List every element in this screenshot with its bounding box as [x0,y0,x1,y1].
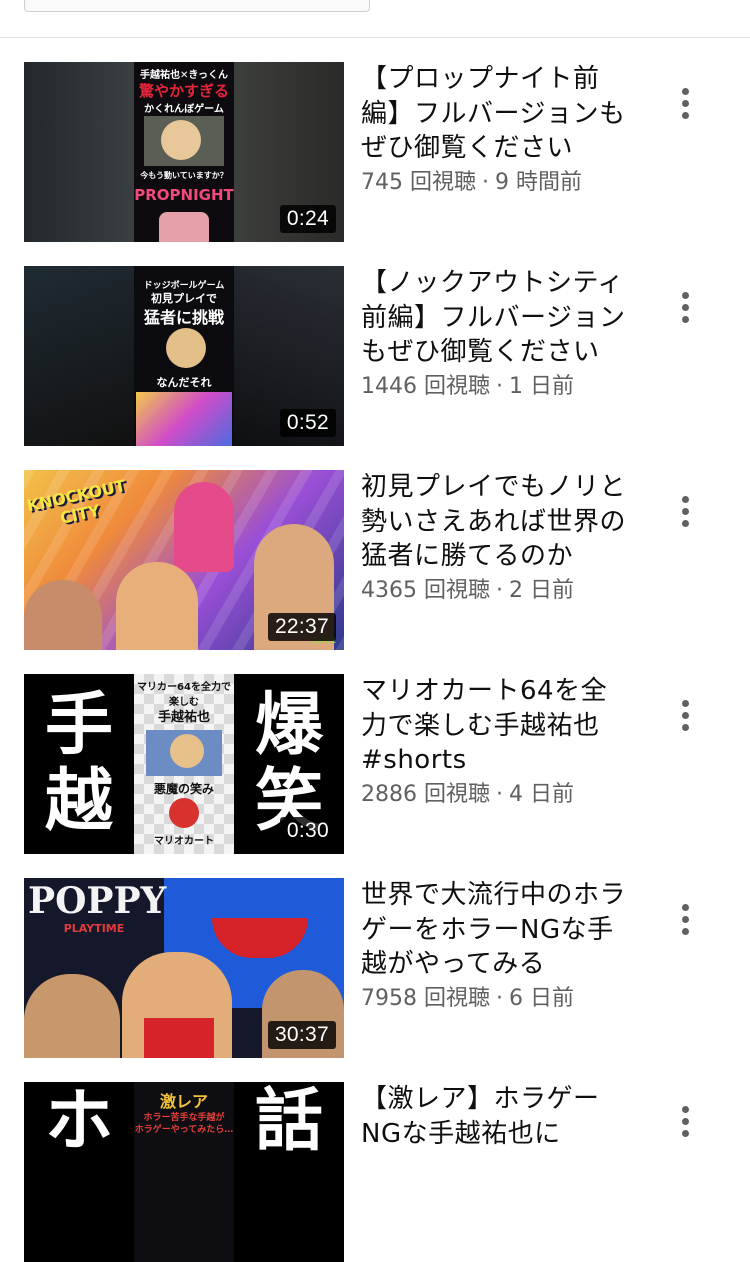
thumb-caption: 手越祐也✕きっくん [140,70,228,81]
thumb-logo: マリオカート [154,836,214,847]
video-title[interactable]: 【激レア】ホラゲーNGな手越祐也に [361,1082,627,1151]
thumb-face [170,734,204,768]
video-title[interactable]: 初見プレイでもノリと勢いさえあれば世界の猛者に勝てるのか [361,470,627,574]
video-item[interactable]: ホ 話 激レア ホラー苦手な手越が ホラゲーやってみたら… 【激レア】ホラゲーN… [0,1082,750,1262]
video-item[interactable]: 手越 爆笑 マリカー64を全力で楽しむ 手越祐也 悪魔の笑み マリオカート 0:… [0,674,750,854]
thumb-caption: 驚やかすぎる [138,82,229,100]
thumb-logo: PLAYTIME [63,922,125,935]
meta-separator: · [495,578,503,603]
thumb-face [24,580,102,650]
duration-badge: 0:24 [279,205,336,233]
thumb-caption: 猛者に挑戦 [143,308,224,327]
video-thumbnail[interactable]: ドッジボールゲーム 初見プレイで 猛者に挑戦 なんだそれ 0:52 [24,266,344,446]
video-item[interactable]: KNOCKOUT CITY JUICE 22:37 初見プレイでもノリと勢いさえ… [0,470,750,650]
video-item[interactable]: POPPY PLAYTIME 30:37 世界で大流行中のホラゲーをホラーNGな… [0,878,750,1058]
thumb-caption: かくれんぼゲーム [144,104,224,115]
thumb-caption: 激レア [159,1092,208,1111]
video-meta: 745 回視聴 · 9 時間前 [361,164,582,196]
video-title[interactable]: 【ノックアウトシティ前編】フルバージョンもぜひ御覧ください [361,266,627,370]
video-meta: 1446 回視聴 · 1 日前 [361,368,574,400]
thumb-scene [136,392,232,446]
upload-age: 4 日前 [508,782,574,807]
top-partial-field[interactable] [24,0,370,12]
video-item[interactable]: ドッジボールゲーム 初見プレイで 猛者に挑戦 なんだそれ 0:52 【ノックアウ… [0,266,750,446]
more-options-icon[interactable] [668,694,704,738]
thumb-side-text: 手越 [44,686,113,841]
thumb-mario [169,798,199,828]
more-options-icon[interactable] [668,490,704,534]
thumb-face [161,120,201,160]
video-thumbnail[interactable]: KNOCKOUT CITY JUICE 22:37 [24,470,344,650]
duration-badge: 0:52 [279,409,336,437]
duration-badge: 0:30 [279,817,336,845]
more-options-icon[interactable] [668,82,704,126]
more-options-icon[interactable] [668,286,704,330]
thumb-shirt [144,1018,214,1058]
video-meta: 2886 回視聴 · 4 日前 [361,776,574,808]
view-count: 4365 回視聴 [361,578,490,603]
thumb-face [166,328,206,368]
more-options-icon[interactable] [668,1100,704,1144]
video-title[interactable]: 世界で大流行中のホラゲーをホラーNGな手越がやってみる [361,878,627,982]
meta-separator: · [495,986,503,1011]
view-count: 2886 回視聴 [361,782,490,807]
thumb-face [24,974,120,1058]
meta-separator: · [495,782,503,807]
meta-separator: · [482,170,489,195]
thumb-side-text: 話 [254,1082,323,1161]
thumb-side-text: ホ [44,1082,113,1161]
thumb-caption: ホラゲーやってみたら… [134,1125,234,1135]
view-count: 1446 回視聴 [361,374,490,399]
view-count: 745 回視聴 [361,170,476,195]
thumb-character [174,482,234,572]
thumb-caption: 今もう動いていますか？ [140,171,228,180]
video-meta: 4365 回視聴 · 2 日前 [361,572,574,604]
thumb-caption: マリカー64を全力で楽しむ [137,682,231,708]
video-title[interactable]: 【プロップナイト前編】フルバージョンもぜひ御覧ください [361,62,627,166]
video-thumbnail[interactable]: 手越祐也✕きっくん 驚やかすぎる かくれんぼゲーム 今もう動いていますか？ PR… [24,62,344,242]
thumb-face [116,562,198,650]
upload-age: 6 日前 [508,986,574,1011]
video-thumbnail[interactable]: 手越 爆笑 マリカー64を全力で楽しむ 手越祐也 悪魔の笑み マリオカート 0:… [24,674,344,854]
upload-age: 2 日前 [508,578,574,603]
duration-badge: 22:37 [267,613,336,641]
thumb-mascot [159,212,209,242]
video-meta: 7958 回視聴 · 6 日前 [361,980,574,1012]
divider [0,37,750,38]
video-thumbnail[interactable]: POPPY PLAYTIME 30:37 [24,878,344,1058]
thumb-logo: PROPNIGHT [134,186,234,204]
view-count: 7958 回視聴 [361,986,490,1011]
duration-badge: 30:37 [267,1021,336,1049]
thumb-caption: なんだそれ [156,376,212,389]
video-title[interactable]: マリオカート64を全力で楽しむ手越祐也 #shorts [361,674,627,778]
more-options-icon[interactable] [668,898,704,942]
video-item[interactable]: 手越祐也✕きっくん 驚やかすぎる かくれんぼゲーム 今もう動いていますか？ PR… [0,62,750,242]
upload-age: 1 日前 [508,374,574,399]
upload-age: 9 時間前 [495,170,582,195]
thumb-caption: 悪魔の笑み [153,782,214,796]
meta-separator: · [495,374,503,399]
thumb-logo: POPPY [28,880,167,922]
thumb-caption: 手越祐也 [157,710,210,725]
video-thumbnail[interactable]: ホ 話 激レア ホラー苦手な手越が ホラゲーやってみたら… [24,1082,344,1262]
